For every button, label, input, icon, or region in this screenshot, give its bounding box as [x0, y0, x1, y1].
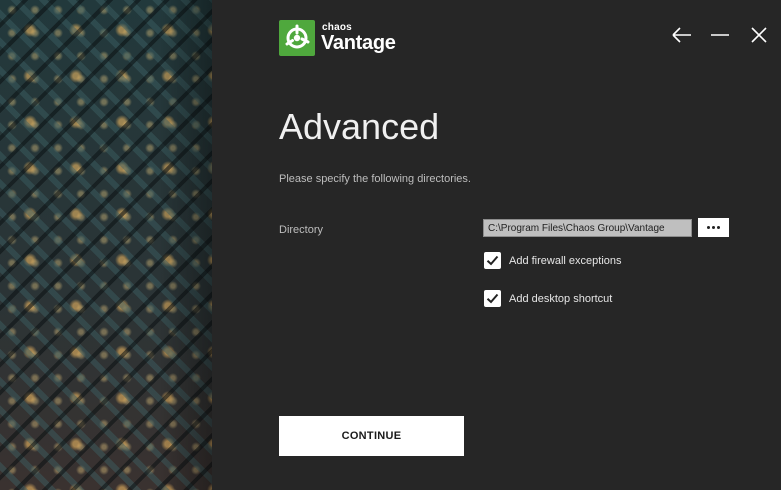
hero-image	[0, 0, 212, 490]
directory-input[interactable]	[483, 219, 692, 237]
firewall-option: Add firewall exceptions	[484, 252, 734, 272]
checkmark-icon	[486, 293, 499, 304]
logo-product-text: Vantage	[321, 32, 396, 54]
close-button[interactable]	[746, 22, 772, 48]
minimize-icon	[711, 34, 729, 36]
back-button[interactable]	[669, 22, 695, 48]
firewall-label: Add firewall exceptions	[509, 255, 622, 267]
directory-label: Directory	[279, 224, 324, 236]
page-subtitle: Please specify the following directories…	[279, 173, 471, 185]
page-title: Advanced	[279, 106, 440, 147]
ellipsis-icon	[712, 226, 715, 229]
arrow-left-icon	[672, 27, 691, 43]
shortcut-checkbox[interactable]	[484, 290, 501, 307]
close-icon	[751, 27, 767, 43]
firewall-checkbox[interactable]	[484, 252, 501, 269]
app-logo: chaos Vantage	[279, 20, 399, 56]
vantage-logo-icon	[279, 20, 315, 56]
shortcut-option: Add desktop shortcut	[484, 290, 734, 310]
checkmark-icon	[486, 255, 499, 266]
continue-button[interactable]: CONTINUE	[279, 416, 464, 456]
browse-button[interactable]	[698, 218, 729, 237]
ellipsis-icon	[717, 226, 720, 229]
shortcut-label: Add desktop shortcut	[509, 293, 613, 305]
ellipsis-icon	[707, 226, 710, 229]
minimize-button[interactable]	[707, 22, 733, 48]
